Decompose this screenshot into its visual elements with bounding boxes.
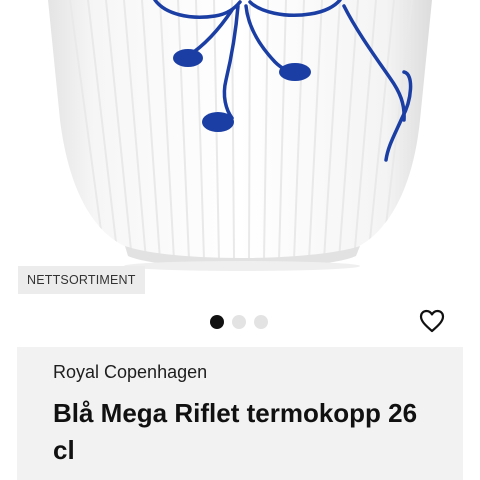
product-page: NETTSORTIMENT Royal Copenhagen Blå Mega … [0,0,480,480]
availability-badge: NETTSORTIMENT [18,266,145,294]
product-image[interactable] [0,0,480,300]
brand-name[interactable]: Royal Copenhagen [53,362,207,383]
carousel-dot-3[interactable] [254,315,268,329]
product-info-card: Royal Copenhagen Blå Mega Riflet termoko… [17,347,463,480]
carousel-dot-1[interactable] [210,315,224,329]
product-title: Blå Mega Riflet termokopp 26 cl [53,398,418,465]
heart-outline-icon [419,309,445,333]
image-carousel-indicator[interactable] [210,315,268,329]
carousel-dot-2[interactable] [232,315,246,329]
favorite-button[interactable] [418,307,446,335]
cup-illustration [48,0,432,271]
